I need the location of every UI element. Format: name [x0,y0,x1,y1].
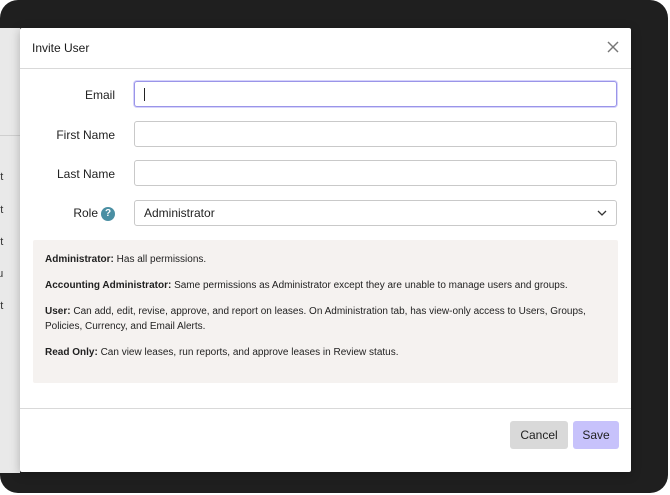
text-cursor [144,88,145,102]
dialog-title: Invite User [32,41,90,55]
role-descriptions: Administrator: Has all permissions. Acco… [33,240,618,383]
background-text: ent [0,171,4,183]
role-name: Accounting Administrator: [45,280,172,291]
dialog-footer: Cancel Save [20,408,631,473]
role-description: Administrator: Has all permissions. [45,252,606,267]
role-select[interactable]: Administrator [134,200,617,226]
role-name: Read Only: [45,347,98,358]
dialog-header: Invite User [20,28,631,69]
role-description: Read Only: Can view leases, run reports,… [45,345,606,360]
close-icon [607,41,619,53]
role-desc: Same permissions as Administrator except… [171,280,568,291]
last-name-field[interactable] [134,160,617,186]
close-button[interactable] [605,39,621,55]
cancel-button[interactable]: Cancel [510,421,568,449]
role-description: Accounting Administrator: Same permissio… [45,278,606,293]
help-icon[interactable]: ? [101,206,115,221]
email-label: Email [84,88,115,102]
background-text: ntu [0,268,4,280]
role-desc: Can add, edit, revise, approve, and repo… [45,306,586,332]
first-name-row: First Name [20,121,631,149]
role-label-text: Role [73,206,98,220]
background-text: ent [0,204,4,216]
role-desc: Has all permissions. [113,254,207,265]
chevron-down-icon [597,210,607,216]
background-divider [0,135,20,136]
last-name-label: Last Name [56,167,115,181]
background-page: on ent ent ent ntu ent [0,28,20,473]
background-text: ent [0,236,4,248]
role-desc: Can view leases, run reports, and approv… [97,347,399,358]
save-button[interactable]: Save [573,421,619,449]
role-row: Role? Administrator [20,200,631,228]
background-text: ent [0,300,4,312]
role-description: User: Can add, edit, revise, approve, an… [45,304,606,334]
email-row: Email [20,81,631,109]
role-name: User: [45,306,71,317]
role-name: Administrator: [45,254,114,265]
role-selected-value: Administrator [144,206,215,220]
invite-user-dialog: Invite User Email First Name Last Name R… [20,28,631,472]
email-field[interactable] [134,81,617,107]
first-name-label: First Name [56,128,115,142]
last-name-row: Last Name [20,160,631,188]
role-label: Role? [73,206,115,221]
first-name-field[interactable] [134,121,617,147]
